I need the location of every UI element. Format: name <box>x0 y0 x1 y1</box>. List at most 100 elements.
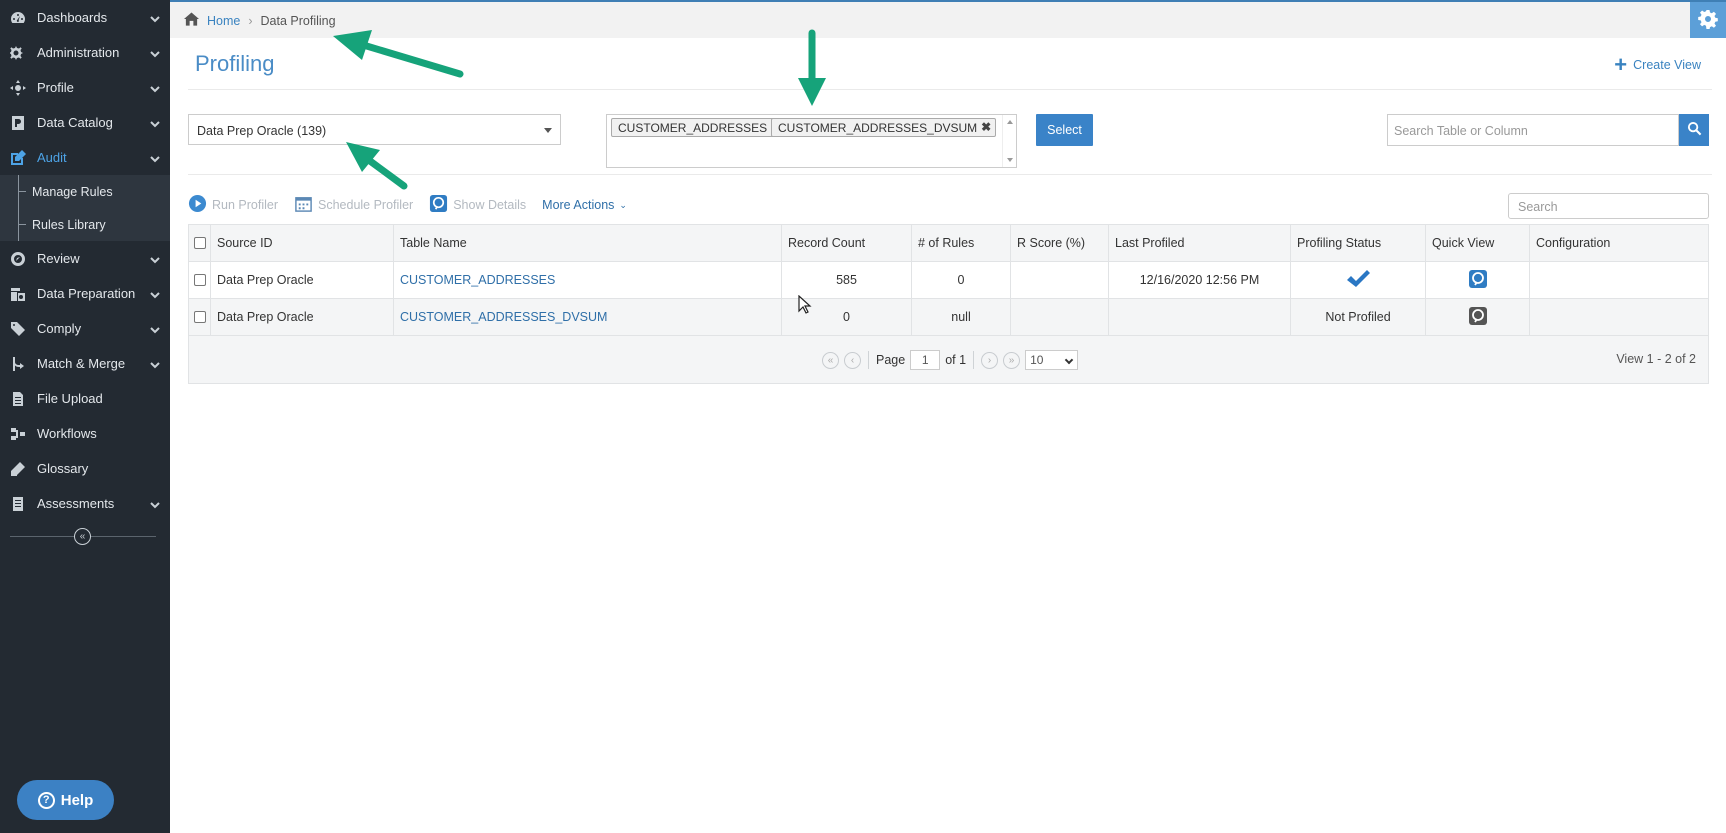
sidebar-item-label: Workflows <box>37 426 97 441</box>
configuration-cell <box>1530 262 1708 298</box>
sidebar-item-glossary[interactable]: Glossary <box>0 451 170 486</box>
last-page-icon[interactable]: » <box>1003 351 1021 369</box>
row-checkbox[interactable] <box>193 311 206 323</box>
sidebar-item-assessments[interactable]: Assessments <box>0 486 170 521</box>
sidebar-subitem-manage-rules[interactable]: Manage Rules <box>0 175 170 208</box>
create-view-button[interactable]: + Create View <box>1614 52 1701 77</box>
profiling-grid: Source ID Table Name Record Count # of R… <box>188 224 1709 384</box>
column-header[interactable]: Source ID <box>211 225 394 261</box>
sidebar-item-audit[interactable]: Audit <box>0 140 170 175</box>
show-details-label: Show Details <box>453 198 527 212</box>
next-page-icon[interactable]: › <box>981 351 999 369</box>
sidebar-item-label: Audit <box>37 150 67 165</box>
calendar-icon <box>294 194 313 216</box>
scroll-down-icon[interactable] <box>1007 158 1013 162</box>
sidebar-item-label: Match & Merge <box>37 356 126 371</box>
gear-icon <box>1698 9 1718 32</box>
column-header[interactable]: Table Name <box>394 225 782 261</box>
table-name-link[interactable]: CUSTOMER_ADDRESSES_DVSUM <box>394 299 782 335</box>
column-header[interactable]: # of Rules <box>912 225 1011 261</box>
table-row[interactable]: Data Prep Oracle CUSTOMER_ADDRESSES_DVSU… <box>188 299 1709 336</box>
sidebar-item-data-preparation[interactable]: Data Preparation <box>0 276 170 311</box>
column-header[interactable]: Record Count <box>782 225 912 261</box>
divider <box>868 351 869 369</box>
last-profiled-cell: 12/16/2020 12:56 PM <box>1109 262 1291 298</box>
row-checkbox[interactable] <box>193 274 206 286</box>
merge-icon <box>9 355 27 373</box>
quick-view-cell <box>1426 299 1530 335</box>
select-all-checkbox[interactable] <box>193 237 206 249</box>
column-header[interactable]: Profiling Status <box>1291 225 1426 261</box>
show-details-button[interactable]: Show Details <box>429 194 526 216</box>
cogs-icon <box>9 44 27 62</box>
table-multiselect[interactable]: CUSTOMER_ADDRESSES ✖ CUSTOMER_ADDRESSES_… <box>606 114 1017 168</box>
sidebar-item-administration[interactable]: Administration <box>0 35 170 70</box>
collapse-sidebar-icon[interactable]: « <box>74 528 91 545</box>
glossary-icon <box>9 460 27 478</box>
breadcrumb-home-link[interactable]: Home <box>207 14 240 28</box>
chevron-down-icon <box>150 47 160 58</box>
schedule-profiler-button[interactable]: Schedule Profiler <box>294 194 413 216</box>
table-row[interactable]: Data Prep Oracle CUSTOMER_ADDRESSES 585 … <box>188 262 1709 299</box>
column-header[interactable]: R Score (%) <box>1011 225 1109 261</box>
sidebar-subitem-rules-library[interactable]: Rules Library <box>0 208 170 241</box>
sidebar-item-profile[interactable]: Profile <box>0 70 170 105</box>
select-button[interactable]: Select <box>1036 114 1093 146</box>
play-icon <box>188 194 207 216</box>
sidebar-item-data-catalog[interactable]: Data Catalog <box>0 105 170 140</box>
catalog-icon <box>9 114 27 132</box>
run-profiler-label: Run Profiler <box>212 198 278 212</box>
page-size-select[interactable]: 10 <box>1025 350 1079 370</box>
quick-view-icon[interactable] <box>1468 269 1488 292</box>
divider <box>188 174 1712 175</box>
sidebar-item-match-merge[interactable]: Match & Merge <box>0 346 170 381</box>
sidebar-item-dashboards[interactable]: Dashboards <box>0 0 170 35</box>
run-profiler-button[interactable]: Run Profiler <box>188 194 278 216</box>
source-select-value: Data Prep Oracle (139) <box>197 124 327 138</box>
chevron-down-icon <box>1064 355 1074 365</box>
more-actions-dropdown[interactable]: More Actions ⌄ <box>542 198 627 212</box>
sidebar-item-file-upload[interactable]: File Upload <box>0 381 170 416</box>
profiling-status-cell: Not Profiled <box>1291 299 1426 335</box>
chevron-down-icon <box>150 358 160 369</box>
tag-icon <box>9 320 27 338</box>
page-size-value: 10 <box>1030 353 1044 367</box>
column-header[interactable]: Last Profiled <box>1109 225 1291 261</box>
sidebar-item-label: Assessments <box>37 496 115 511</box>
page-title: Profiling <box>195 51 275 76</box>
record-count-cell: 585 <box>782 262 912 298</box>
help-button[interactable]: ? Help <box>17 780 114 820</box>
main-content: Home › Data Profiling Profiling + Create… <box>170 0 1726 833</box>
sidebar-item-comply[interactable]: Comply <box>0 311 170 346</box>
source-select[interactable]: Data Prep Oracle (139) <box>188 114 561 145</box>
page-number-input[interactable]: 1 <box>910 350 941 370</box>
sidebar-item-review[interactable]: Review <box>0 241 170 276</box>
breadcrumb: Home › Data Profiling <box>184 12 336 29</box>
review-icon <box>9 250 27 268</box>
assessment-icon <box>9 495 27 513</box>
grid-search-input[interactable]: Search <box>1508 193 1709 219</box>
column-header[interactable]: Quick View <box>1426 225 1530 261</box>
chevron-down-icon: ⌄ <box>619 199 627 210</box>
column-header[interactable]: Configuration <box>1530 225 1708 261</box>
table-name-link[interactable]: CUSTOMER_ADDRESSES <box>394 262 782 298</box>
search-table-button[interactable] <box>1679 114 1709 146</box>
home-icon[interactable] <box>184 12 199 29</box>
plus-icon: + <box>1614 52 1628 77</box>
prev-page-icon[interactable]: ‹ <box>844 351 861 369</box>
quick-view-icon[interactable] <box>1468 306 1488 329</box>
multiselect-scrollbar[interactable] <box>1002 115 1016 167</box>
search-table-input[interactable]: Search Table or Column <box>1387 114 1679 146</box>
first-page-icon[interactable]: « <box>822 351 839 369</box>
sidebar-item-workflows[interactable]: Workflows <box>0 416 170 451</box>
more-actions-label: More Actions <box>542 198 615 212</box>
sidebar-item-label: Comply <box>37 321 82 336</box>
remove-tag-icon[interactable]: ✖ <box>981 120 991 134</box>
row-select-cell <box>189 299 211 335</box>
question-icon: ? <box>37 791 55 809</box>
scroll-up-icon[interactable] <box>1007 120 1013 124</box>
settings-button[interactable] <box>1690 2 1726 38</box>
sidebar-item-label: Glossary <box>37 461 89 476</box>
search-table-placeholder: Search Table or Column <box>1394 124 1528 138</box>
breadcrumb-separator: › <box>248 13 253 28</box>
